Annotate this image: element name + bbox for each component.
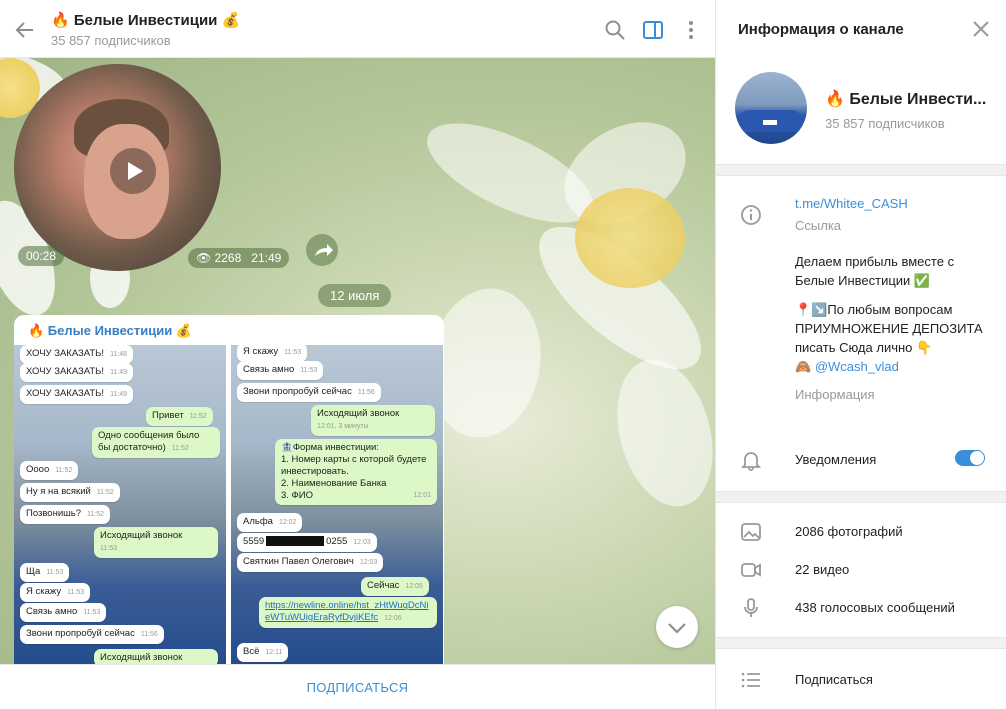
screenshot-message: ХОЧУ ЗАКАЗАТЬ! 11:49 — [20, 363, 134, 382]
screenshot-message: ХОЧУ ЗАКАЗАТЬ! 11:48 — [20, 345, 134, 364]
search-icon[interactable] — [604, 19, 626, 41]
channel-info-panel: Информация о канале 🔥 Белые Инвести... 3… — [715, 0, 1006, 709]
back-arrow-icon[interactable] — [14, 19, 36, 41]
screenshot-message: Исходящий звонок — [94, 649, 218, 664]
divider — [716, 164, 1006, 176]
post-image-right[interactable]: Я скажу 11:53 Связь амно 11:53 Звони пропр… — [231, 345, 443, 664]
post-image-left[interactable]: ХОЧУ ЗАКАЗАТЬ! 11:48 ХОЧУ ЗАКАЗАТЬ! 11:49 … — [14, 345, 226, 664]
screenshot-message: Ну я на всякий 11:52 — [20, 483, 120, 502]
divider — [716, 637, 1006, 649]
screenshot-message: ХОЧУ ЗАКАЗАТЬ! 11:49 — [20, 385, 134, 404]
notifications-label: Уведомления — [795, 452, 877, 467]
more-menu-icon[interactable] — [680, 19, 702, 41]
screenshot-message: Оооо 11:52 — [20, 461, 79, 480]
description-line: 📍↘️По любым вопросам ПРИУМНОЖЕНИЕ ДЕПОЗИ… — [795, 302, 983, 355]
chat-header: 🔥 Белые Инвестиции 💰 35 857 подписчиков — [0, 0, 715, 58]
photo-icon — [741, 523, 761, 541]
channel-subscriber-count: 35 857 подписчиков — [825, 116, 945, 131]
channel-name: 🔥 Белые Инвести... — [825, 91, 987, 108]
close-icon[interactable] — [972, 20, 990, 38]
screenshot-message: 5559 0255 12:03 — [237, 533, 377, 552]
post-author[interactable]: 🔥 Белые Инвестиции 💰 — [28, 323, 192, 339]
screenshot-message: Связь амно 11:53 — [20, 603, 107, 622]
info-header: Информация о канале — [716, 0, 1006, 60]
screenshot-message: Сейчас 12:05 — [361, 577, 429, 596]
channel-subscribers: 35 857 подписчиков — [51, 33, 171, 48]
screenshot-message: Одно сообщения было бы достаточно) 11:52 — [92, 427, 220, 458]
description-caption: Информация — [795, 387, 875, 402]
channel-post: 🔥 Белые Инвестиции 💰 ХОЧУ ЗАКАЗАТЬ! 11:48… — [14, 315, 444, 664]
channel-avatar[interactable] — [735, 72, 807, 144]
video-duration: 00:28 — [18, 246, 65, 266]
play-icon[interactable] — [110, 148, 156, 194]
flower-petal — [602, 348, 715, 518]
microphone-icon — [744, 598, 758, 617]
chat-footer: ПОДПИСАТЬСЯ — [0, 664, 715, 709]
list-icon — [741, 672, 760, 688]
channel-description: Делаем прибыль вместе с Белые Инвестиции… — [795, 252, 995, 376]
description-line: Делаем прибыль вместе с Белые Инвестиции… — [795, 254, 955, 288]
description-mention[interactable]: @Wcash_vlad — [815, 359, 899, 374]
screenshot-message: Я скажу 11:53 — [237, 345, 308, 362]
info-panel-title: Информация о канале — [738, 21, 904, 38]
date-divider: 12 июля — [318, 284, 392, 307]
screenshot-message: Всё 12:11 — [237, 643, 289, 662]
share-icon[interactable] — [306, 234, 338, 266]
description-emoji: 🙈 — [795, 359, 812, 374]
videos-row[interactable]: 22 видео — [795, 562, 849, 577]
subscribe-row[interactable]: Подписаться — [795, 672, 873, 687]
chat-area: 🔥 Белые Инвестиции 💰 35 857 подписчиков … — [0, 0, 715, 709]
channel-link[interactable]: t.me/Whitee_CASH — [795, 196, 908, 211]
screenshot-message: https://newline.online/hst_zHtWuqDcNieWT… — [259, 597, 437, 628]
screenshot-message: 🏦Форма инвестиции: 1. Номер карты с кото… — [275, 439, 437, 505]
screenshot-message: Связь амно 11:53 — [237, 361, 324, 380]
channel-title[interactable]: 🔥 Белые Инвестиции 💰 — [51, 11, 240, 29]
video-meta: 👁 2268 21:49 — [188, 248, 290, 268]
round-video-message[interactable] — [14, 64, 221, 271]
link-caption: Ссылка — [795, 218, 842, 233]
subscribe-button[interactable]: ПОДПИСАТЬСЯ — [0, 665, 715, 709]
bell-icon — [740, 452, 762, 471]
screenshot-message: Исходящий звонок 11:53 — [94, 527, 218, 558]
avatar-plate — [763, 120, 777, 125]
eye-icon: 👁 — [196, 251, 212, 265]
view-count: 2268 — [214, 251, 242, 265]
screenshot-message: Позвонишь? 11:52 — [20, 505, 110, 524]
photos-row[interactable]: 2086 фотографий — [795, 524, 903, 539]
screenshot-message: Звони пропробуй сейчас 11:56 — [237, 383, 381, 402]
chat-wallpaper: 00:28 👁 2268 21:49 12 июля 🔥 Белые Инвес… — [0, 58, 715, 664]
video-icon — [741, 563, 761, 577]
screenshot-message: Я скажу 11:53 — [20, 583, 91, 602]
screenshot-message: Альфа 12:02 — [237, 513, 303, 532]
scroll-down-button[interactable] — [656, 606, 698, 648]
redacted-bar — [266, 536, 325, 547]
screenshot-message: Ща 11:53 — [20, 563, 70, 582]
screenshot-message: Исходящий звонок 12:01, 3 минуты — [311, 405, 435, 436]
flower-center — [575, 188, 685, 288]
sidebar-toggle-icon[interactable] — [642, 19, 664, 41]
screenshot-message: Привет 11:52 — [146, 407, 213, 426]
divider — [716, 491, 1006, 503]
voice-messages-row[interactable]: 438 голосовых сообщений — [795, 600, 955, 615]
info-icon — [741, 205, 761, 225]
message-time: 21:49 — [251, 251, 282, 265]
screenshot-message: Звони пропробуй сейчас 11:56 — [20, 625, 164, 644]
screenshot-message: Святкин Павел Олегович 12:03 — [237, 553, 384, 572]
notifications-toggle[interactable] — [955, 450, 985, 466]
